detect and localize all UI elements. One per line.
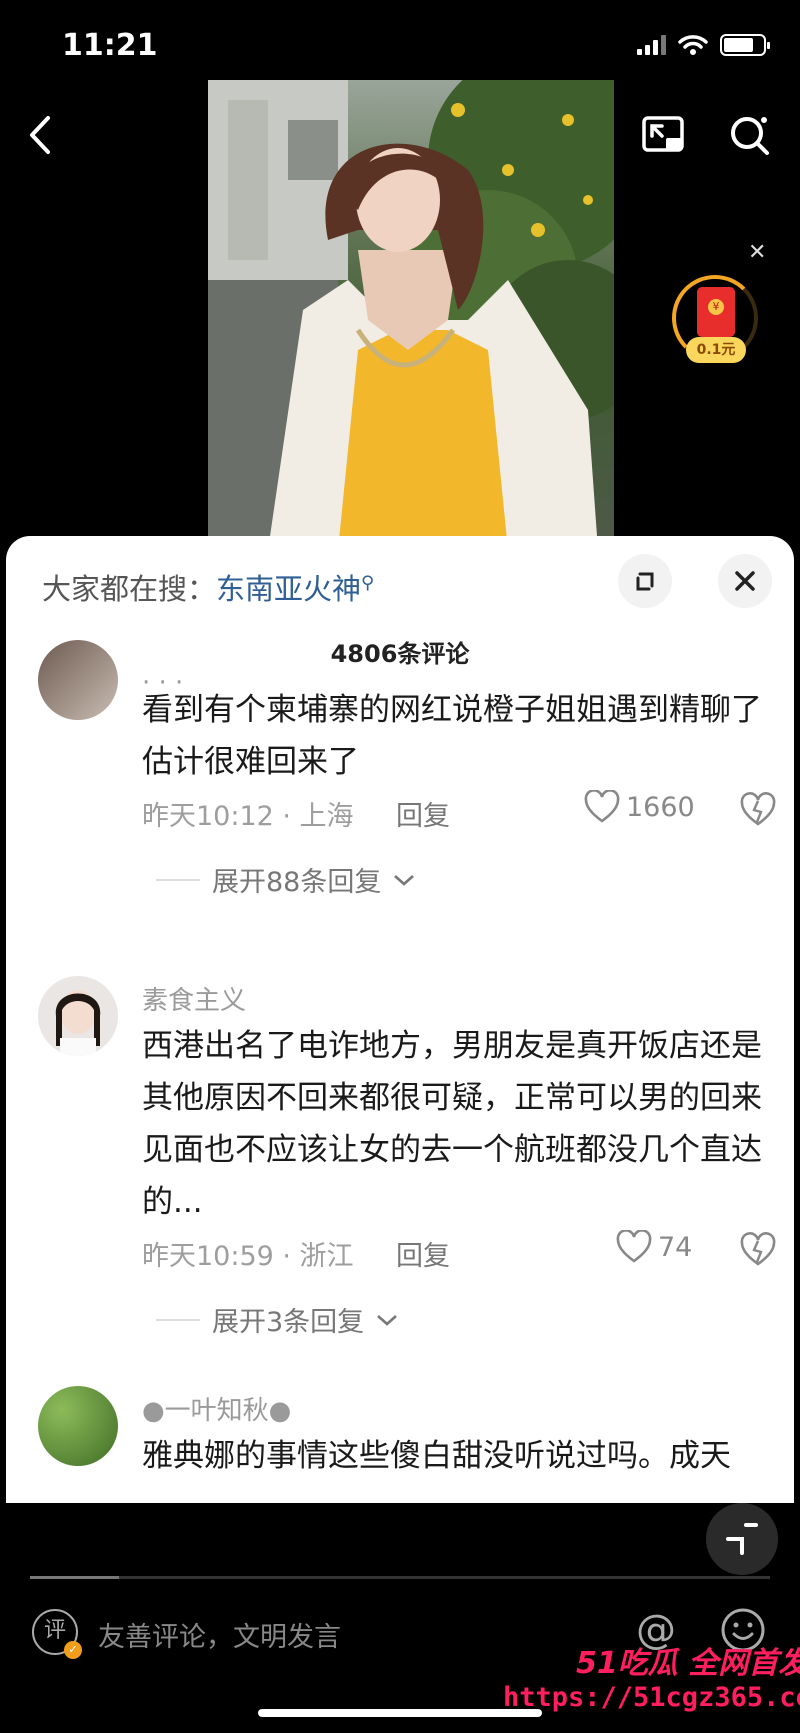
watermark-url: https://51cgz365.com xyxy=(503,1682,800,1713)
search-suggestion[interactable]: 大家都在搜：东南亚火神⚲ xyxy=(42,566,374,608)
signal-icon xyxy=(637,35,666,55)
status-time: 11:21 xyxy=(62,28,158,63)
status-bar: 11:21 xyxy=(0,0,800,80)
close-icon[interactable] xyxy=(718,554,772,608)
comment-text: 雅典娜的事情这些傻白甜没听说过吗。成天 xyxy=(142,1438,731,1474)
progress-fill xyxy=(30,1576,119,1579)
heart-icon xyxy=(616,1230,652,1263)
avatar-image xyxy=(38,976,118,1056)
search-suggestion-prefix: 大家都在搜： xyxy=(42,572,217,606)
comment-text: 看到有个柬埔寨的网红说橙子姐姐遇到精聊了 估计很难回来了 xyxy=(142,692,762,780)
watermark-title: 51吃瓜 全网首发 xyxy=(576,1646,800,1681)
dislike-icon[interactable] xyxy=(740,1232,776,1268)
red-packet-icon xyxy=(697,287,735,337)
like-count: 74 xyxy=(658,1231,693,1263)
comment-meta: 昨天10:12 · 上海 xyxy=(142,801,354,832)
pip-icon[interactable] xyxy=(640,112,688,160)
avatar[interactable] xyxy=(38,976,118,1056)
expand-replies-label: 展开88条回复 xyxy=(212,867,382,898)
video-image xyxy=(208,80,614,550)
home-indicator[interactable] xyxy=(258,1709,542,1717)
search-suggestion-keyword[interactable]: 东南亚火神 xyxy=(216,572,361,606)
search-icon[interactable] xyxy=(726,112,774,160)
status-icons xyxy=(637,34,770,56)
avatar[interactable] xyxy=(38,640,118,720)
red-packet-amount: 0.1元 xyxy=(686,337,746,363)
comment-author[interactable]: ●一叶知秋● xyxy=(142,1390,291,1427)
expand-replies-button[interactable]: 展开88条回复 xyxy=(156,860,415,899)
dislike-icon[interactable] xyxy=(740,792,776,828)
like-button[interactable]: 74 xyxy=(616,1230,692,1264)
video-progress-bar[interactable] xyxy=(30,1576,770,1579)
back-arrow-icon[interactable] xyxy=(22,110,62,160)
comment-count: 4806条评论 xyxy=(330,640,470,668)
comment-text: 西港出名了电诈地方，男朋友是真开饭店还是其他原因不回来都很可疑，正常可以男的回来… xyxy=(142,1028,762,1220)
red-packet-widget[interactable]: 0.1元 xyxy=(672,275,758,371)
pencil-badge-icon: ✓ xyxy=(64,1641,82,1659)
reply-button[interactable]: 回复 xyxy=(396,794,450,833)
promo-close-icon[interactable]: ✕ xyxy=(748,240,766,265)
comment-sheet: 大家都在搜：东南亚火神⚲ 4806条评论 · · · 看到有个柬埔寨的网红说橙子… xyxy=(6,536,794,1503)
comment-meta: 昨天10:59 · 浙江 xyxy=(142,1241,354,1272)
heart-icon xyxy=(584,790,620,823)
video-frame[interactable] xyxy=(208,80,614,550)
like-button[interactable]: 1660 xyxy=(584,790,695,824)
comment-input[interactable]: 友善评论，文明发言 xyxy=(98,1615,341,1654)
divider xyxy=(156,1318,200,1321)
comment-author[interactable]: 素食主义 xyxy=(142,980,246,1017)
avatar[interactable] xyxy=(38,1386,118,1466)
search-small-icon: ⚲ xyxy=(361,572,375,594)
expand-replies-button[interactable]: 展开3条回复 xyxy=(156,1300,398,1339)
collapse-icon[interactable] xyxy=(706,1503,778,1575)
divider xyxy=(156,878,200,881)
expand-icon[interactable] xyxy=(618,554,672,608)
chevron-down-icon xyxy=(394,874,415,886)
chevron-down-icon xyxy=(377,1314,398,1326)
wifi-icon xyxy=(678,35,708,55)
reply-button[interactable]: 回复 xyxy=(396,1234,450,1273)
expand-replies-label: 展开3条回复 xyxy=(212,1307,365,1338)
battery-icon xyxy=(720,34,770,56)
video-player[interactable]: ✕ 0.1元 xyxy=(0,80,800,550)
comment-icon: 评 ✓ xyxy=(32,1609,82,1659)
like-count: 1660 xyxy=(626,791,695,823)
